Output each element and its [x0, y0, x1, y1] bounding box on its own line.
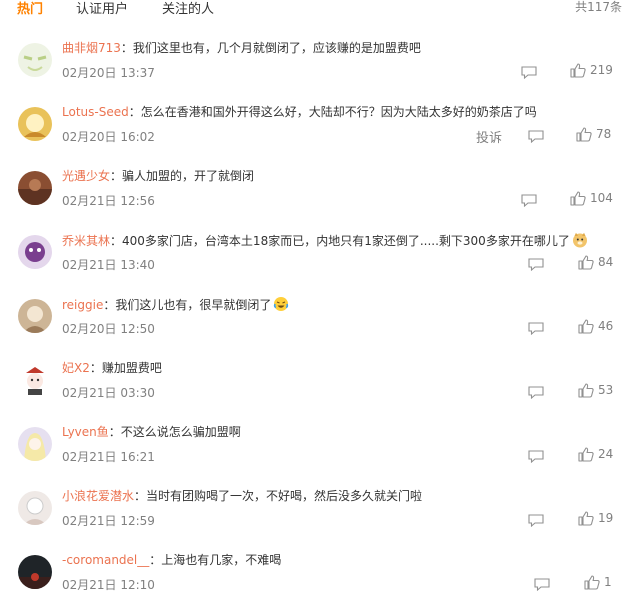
reply-icon[interactable] [528, 512, 544, 528]
reply-icon[interactable] [528, 384, 544, 400]
tab-hot[interactable]: 热门 [17, 0, 43, 17]
like-icon [570, 191, 586, 206]
comment-username[interactable]: Lotus-Seed [62, 105, 129, 119]
comment-item: 曲非烟713：我们这里也有，几个月就倒闭了，应该赚的是加盟费吧 02月20日 1… [0, 34, 630, 98]
reply-icon[interactable] [528, 448, 544, 464]
like-icon [576, 127, 592, 142]
like-icon [578, 447, 594, 462]
comment-text: 怎么在香港和国外开得这么好，大陆却不行？因为大陆太多好的奶茶店了吗 [140, 105, 537, 119]
comment-time: 02月20日 12:50 [62, 322, 155, 336]
avatar[interactable] [18, 299, 52, 333]
comment-separator: ： [120, 41, 133, 55]
reply-icon[interactable] [528, 256, 544, 272]
comment-total: 共117条 [575, 0, 622, 14]
comment-text: 当时有团购喝了一次，不好喝，然后没多久就关门啦 [146, 489, 423, 503]
like-count: 1 [604, 575, 612, 589]
comment-username[interactable]: 曲非烟713 [62, 41, 121, 55]
like-icon [578, 319, 594, 334]
comment-username[interactable]: 乔米其林 [62, 234, 110, 248]
avatar[interactable] [18, 107, 52, 141]
reply-icon[interactable] [521, 192, 537, 208]
comment-username[interactable]: reiggie [62, 298, 103, 312]
comment-time: 02月21日 16:21 [62, 450, 155, 464]
comment-username[interactable]: 光遇少女 [62, 169, 110, 183]
comment-username[interactable]: 小浪花爱潜水 [62, 489, 134, 503]
comment-text: 骗人加盟的，开了就倒闭 [122, 169, 255, 183]
comment-separator: ： [149, 553, 162, 567]
comment-time: 02月21日 12:59 [62, 514, 155, 528]
reply-icon[interactable] [528, 128, 544, 144]
like-count: 219 [590, 63, 613, 77]
comment-item: 小浪花爱潜水：当时有团购喝了一次，不好喝，然后没多久就关门啦 02月21日 12… [0, 482, 630, 546]
like-count: 19 [598, 511, 614, 525]
avatar[interactable] [18, 491, 52, 525]
like-count: 78 [596, 127, 612, 141]
comment-separator: ： [110, 234, 123, 248]
comment-item: Lyven鱼：不这么说怎么骗加盟啊 02月21日 16:21 24 [0, 418, 630, 482]
comment-tabs: 热门 认证用户 关注的人 共117条 [0, 0, 630, 18]
comment-text: 上海也有几家，不难喝 [161, 553, 282, 567]
comment-time: 02月21日 13:40 [62, 258, 155, 272]
comment-item: 妃X2：赚加盟费吧 02月21日 03:30 53 [0, 354, 630, 418]
comment-time: 02月20日 16:02 [62, 130, 155, 144]
like-count: 104 [590, 191, 613, 205]
comment-separator: ： [134, 489, 147, 503]
avatar[interactable] [18, 363, 52, 397]
like-icon [578, 511, 594, 526]
comment-text: 不这么说怎么骗加盟啊 [120, 425, 241, 439]
comment-username[interactable]: 妃X2 [62, 361, 90, 375]
like-count: 84 [598, 255, 614, 269]
comment-item: -coromandel__：上海也有几家，不难喝 02月21日 12:10 1 [0, 546, 630, 610]
comment-time: 02月21日 03:30 [62, 386, 155, 400]
like-icon [584, 575, 600, 590]
reply-icon[interactable] [521, 64, 537, 80]
comment-text: 我们这里也有，几个月就倒闭了，应该赚的是加盟费吧 [132, 41, 421, 55]
report-link[interactable]: 投诉 [476, 127, 502, 146]
doge-emoji-icon [572, 232, 588, 252]
like-count: 53 [598, 383, 614, 397]
comment-separator: ： [89, 361, 102, 375]
comment-separator: ： [108, 425, 121, 439]
comment-separator: ： [103, 298, 116, 312]
avatar[interactable] [18, 555, 52, 589]
reply-icon[interactable] [534, 576, 550, 592]
like-icon [578, 255, 594, 270]
comment-text: 赚加盟费吧 [101, 361, 162, 375]
comment-item: 乔米其林：400多家门店，台湾本土18家而已，内地只有1家还倒了.....剩下3… [0, 226, 630, 290]
comment-item: Lotus-Seed：怎么在香港和国外开得这么好，大陆却不行？因为大陆太多好的奶… [0, 98, 630, 162]
comment-time: 02月21日 12:56 [62, 194, 155, 208]
reply-icon[interactable] [528, 320, 544, 336]
tab-following[interactable]: 关注的人 [162, 0, 214, 17]
laugh-cry-emoji-icon [273, 296, 289, 316]
tab-verified-users[interactable]: 认证用户 [76, 0, 128, 17]
comment-separator: ： [128, 105, 141, 119]
comment-time: 02月20日 13:37 [62, 66, 155, 80]
comment-text: 我们这儿也有，很早就倒闭了 [115, 298, 272, 312]
avatar[interactable] [18, 235, 52, 269]
like-icon [570, 63, 586, 78]
comment-username[interactable]: Lyven鱼 [62, 425, 109, 439]
comment-item: reiggie：我们这儿也有，很早就倒闭了 02月20日 12:50 46 [0, 290, 630, 354]
comment-text: 400多家门店，台湾本土18家而已，内地只有1家还倒了.....剩下300多家开… [122, 234, 570, 248]
comment-item: 光遇少女：骗人加盟的，开了就倒闭 02月21日 12:56 104 [0, 162, 630, 226]
comment-separator: ： [110, 169, 123, 183]
like-count: 46 [598, 319, 614, 333]
comment-username[interactable]: -coromandel__ [62, 553, 149, 567]
avatar[interactable] [18, 43, 52, 77]
like-icon [578, 383, 594, 398]
comment-time: 02月21日 12:10 [62, 578, 155, 592]
avatar[interactable] [18, 427, 52, 461]
like-count: 24 [598, 447, 614, 461]
avatar[interactable] [18, 171, 52, 205]
